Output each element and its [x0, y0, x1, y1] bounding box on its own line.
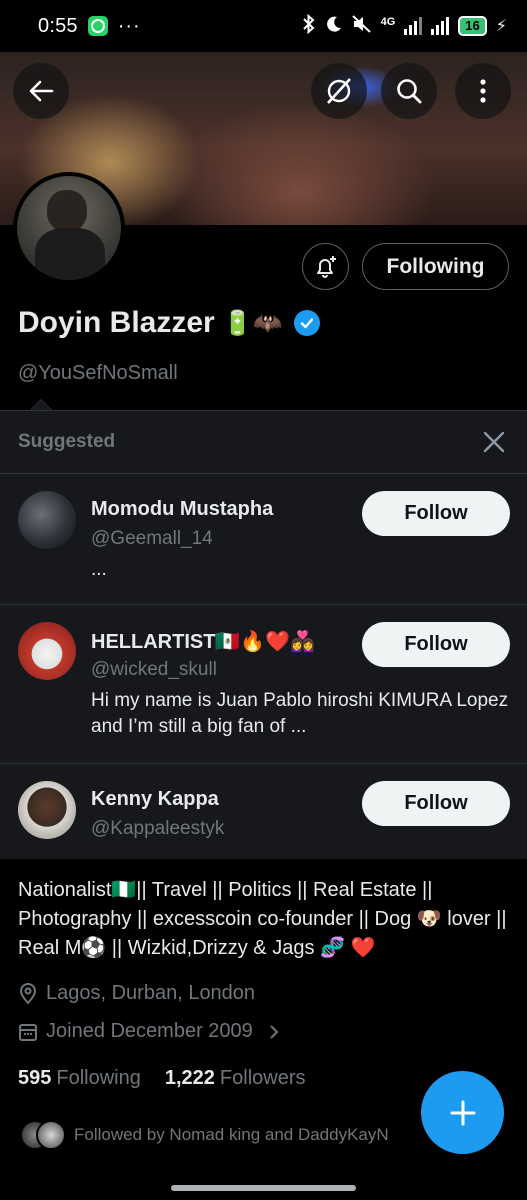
grok-icon	[327, 78, 351, 104]
suggested-user-bio: ...	[91, 559, 107, 580]
suggested-user-bio: Hi my name is Juan Pablo hiroshi KIMURA …	[91, 690, 509, 737]
suggested-user-name[interactable]: Kenny Kappa	[91, 788, 219, 811]
location-pin-icon	[19, 982, 37, 1005]
following-count-link[interactable]: 595 Following	[18, 1067, 141, 1090]
signal-strength-icon	[404, 17, 423, 35]
followers-label: Followers	[219, 1067, 306, 1089]
notifications-button[interactable]	[302, 243, 349, 290]
suggested-user-avatar[interactable]	[18, 622, 76, 680]
suggested-panel: Suggested Momodu Mustapha @Geemall_14 ..…	[0, 410, 527, 859]
follow-counts: 595 Following 1,222 Followers	[18, 1067, 306, 1090]
follow-button[interactable]: Follow	[362, 491, 510, 536]
status-more-icon: ···	[117, 14, 141, 37]
network-type-label: 4G	[380, 15, 396, 28]
plus-icon	[450, 1100, 475, 1125]
suggested-user-avatar[interactable]	[18, 491, 76, 549]
followed-by-text: Followed by Nomad king and DaddyKayN	[74, 1125, 389, 1144]
status-bar: 0:55 ··· 4G 16 ⚡	[0, 0, 527, 52]
profile-handle: @YouSefNoSmall	[18, 362, 178, 384]
suggested-user-card[interactable]: Kenny Kappa @Kappaleestyk Follow	[0, 764, 527, 859]
chevron-right-icon	[270, 1024, 279, 1039]
followers-count-link[interactable]: 1,222 Followers	[165, 1067, 306, 1090]
profile-name: Doyin Blazzer	[18, 306, 215, 339]
close-icon	[483, 431, 505, 453]
back-button[interactable]	[13, 63, 69, 119]
suggested-caret	[30, 399, 52, 410]
more-options-button[interactable]	[455, 63, 511, 119]
whatsapp-notification-icon	[87, 16, 108, 36]
signal-strength-2-icon	[431, 17, 450, 35]
following-button[interactable]: Following	[362, 243, 509, 290]
following-label: Following	[56, 1067, 141, 1089]
suggested-user-handle: @Geemall_14	[91, 528, 213, 549]
following-count: 595	[18, 1067, 52, 1089]
charging-icon: ⚡	[495, 18, 507, 35]
follow-button[interactable]: Follow	[362, 781, 510, 826]
back-arrow-icon	[29, 80, 54, 102]
more-vertical-icon	[480, 79, 486, 103]
battery-icon: 16	[458, 16, 487, 36]
followed-by-row[interactable]: Followed by Nomad king and DaddyKayN	[20, 1120, 420, 1150]
compose-post-button[interactable]	[421, 1071, 504, 1154]
follow-button[interactable]: Follow	[362, 622, 510, 667]
profile-location: Lagos, Durban, London	[18, 982, 255, 1005]
status-time: 0:55	[38, 14, 78, 37]
bluetooth-icon	[302, 13, 316, 39]
suggested-user-card[interactable]: HELLARTIST🇲🇽🔥❤️👩‍❤️‍👩 @wicked_skull Hi m…	[0, 605, 527, 764]
bell-plus-icon	[316, 255, 336, 278]
calendar-icon	[19, 1023, 37, 1041]
mute-icon	[351, 14, 372, 38]
suggested-header: Suggested	[0, 411, 527, 474]
suggested-user-avatar[interactable]	[18, 781, 76, 839]
location-text: Lagos, Durban, London	[46, 982, 256, 1004]
verified-badge-icon[interactable]	[294, 310, 321, 336]
mutual-avatar	[36, 1120, 66, 1150]
followers-count: 1,222	[164, 1067, 215, 1089]
suggested-title: Suggested	[18, 431, 116, 452]
suggested-user-name[interactable]: HELLARTIST🇲🇽🔥❤️👩‍❤️‍👩	[91, 629, 315, 654]
suggested-user-name[interactable]: Momodu Mustapha	[91, 498, 273, 521]
profile-name-row: Doyin Blazzer 🔋🦇	[18, 306, 321, 340]
profile-joined[interactable]: Joined December 2009	[18, 1020, 281, 1043]
joined-text: Joined December 2009	[46, 1020, 253, 1042]
search-button[interactable]	[381, 63, 437, 119]
suggested-user-card[interactable]: Momodu Mustapha @Geemall_14 ... Follow	[0, 474, 527, 605]
close-suggested-button[interactable]	[479, 427, 509, 457]
suggested-user-handle: @wicked_skull	[91, 659, 217, 680]
profile-bio: Nationalist🇳🇬|| Travel || Politics || Re…	[18, 879, 507, 959]
followed-by-avatars	[20, 1120, 66, 1150]
do-not-disturb-moon-icon	[325, 15, 343, 38]
profile-avatar[interactable]	[13, 172, 125, 284]
search-icon	[397, 79, 422, 104]
suggested-user-handle: @Kappaleestyk	[91, 818, 225, 839]
home-indicator[interactable]	[171, 1185, 356, 1191]
status-icons: 4G 16 ⚡	[302, 13, 507, 39]
grok-button[interactable]	[311, 63, 367, 119]
name-emojis: 🔋🦇	[222, 309, 283, 337]
